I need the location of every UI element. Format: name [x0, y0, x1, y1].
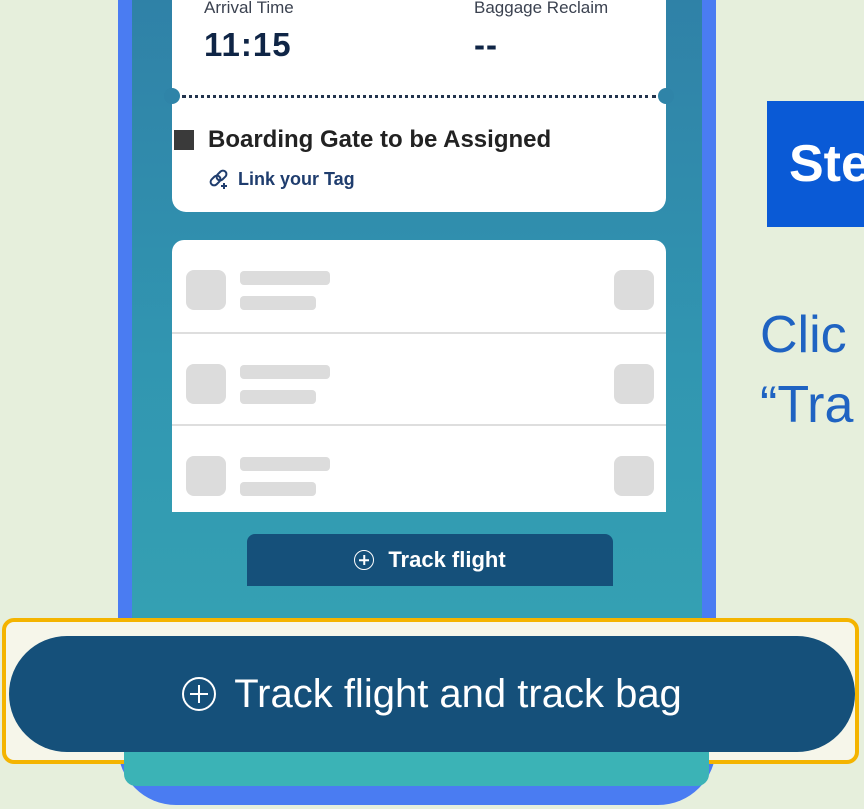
track-flight-button[interactable]: Track flight [247, 534, 613, 586]
link-icon [209, 169, 228, 189]
boarding-ticket-card: Arrival Time 11:15 Baggage Reclaim -- Bo… [164, 0, 674, 212]
plus-circle-icon [354, 550, 375, 570]
plus-circle-icon [182, 677, 217, 711]
ticket-notch-right [658, 88, 674, 104]
step-heading: Ste [767, 101, 864, 227]
phone-bottom-strip [124, 752, 709, 786]
placeholder-line [240, 271, 330, 285]
track-flight-and-bag-button[interactable]: Track flight and track bag [9, 636, 855, 752]
placeholder-thumb [186, 456, 226, 496]
ticket-perforation [182, 95, 656, 98]
instruction-line-1: Clic [760, 306, 847, 364]
boarding-gate-text: Boarding Gate to be Assigned [208, 126, 552, 153]
placeholder-action [614, 456, 654, 496]
placeholder-thumb [186, 270, 226, 310]
placeholder-line [240, 296, 316, 310]
placeholder-line [240, 482, 316, 496]
baggage-reclaim-label: Baggage Reclaim [474, 0, 609, 17]
placeholder-thumb [186, 364, 226, 404]
gate-square-icon [174, 130, 194, 150]
instruction-line-2: “Tra [760, 376, 854, 434]
list-item [172, 240, 666, 332]
arrival-time-value: 11:15 [204, 26, 292, 63]
link-your-tag-link[interactable]: Link your Tag [208, 168, 355, 190]
list-item [172, 332, 666, 426]
placeholder-list [172, 240, 666, 512]
ticket-notch-left [164, 88, 180, 104]
placeholder-action [614, 270, 654, 310]
placeholder-line [240, 457, 330, 471]
link-your-tag-label: Link your Tag [238, 168, 355, 189]
track-flight-label: Track flight [388, 547, 506, 572]
placeholder-line [240, 365, 330, 379]
track-flight-and-bag-label: Track flight and track bag [234, 671, 682, 716]
instruction-text: Clic “Tra [760, 300, 864, 440]
arrival-time-label: Arrival Time [204, 0, 294, 17]
list-item [172, 424, 666, 512]
baggage-reclaim-value: -- [474, 26, 498, 63]
placeholder-action [614, 364, 654, 404]
placeholder-line [240, 390, 316, 404]
